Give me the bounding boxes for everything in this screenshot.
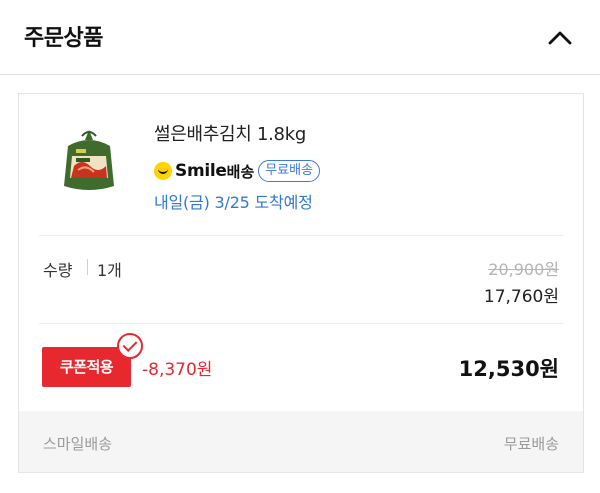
- smile-brand: Smile: [175, 161, 227, 181]
- final-price: 12,530원: [458, 357, 559, 381]
- smile-logo-icon: [154, 162, 172, 180]
- sale-price: 17,760원: [483, 287, 559, 307]
- free-shipping-badge: 무료배송: [258, 160, 321, 182]
- original-price: 20,900원: [488, 260, 559, 279]
- kimchi-package-icon[interactable]: [54, 126, 124, 196]
- smile-delivery-row: Smile 배송 무료배송: [154, 160, 321, 182]
- shipping-method: 스마일배송: [43, 435, 113, 453]
- shipping-fee: 무료배송: [503, 435, 559, 453]
- divider: [39, 235, 564, 236]
- quantity-value: 1개: [97, 261, 122, 280]
- coupon-apply-button[interactable]: 쿠폰적용: [42, 347, 131, 387]
- section-title: 주문상품: [24, 26, 103, 51]
- product-name[interactable]: 썰은배추김치 1.8kg: [154, 120, 306, 146]
- smile-suffix: 배송: [226, 162, 255, 181]
- delivery-estimate: 내일(금) 3/25 도착예정: [154, 193, 313, 212]
- section-header[interactable]: 주문상품: [0, 0, 600, 75]
- shipping-info-bar: 스마일배송 무료배송: [19, 411, 583, 472]
- divider: [39, 323, 564, 324]
- chevron-up-icon[interactable]: [545, 25, 575, 49]
- order-item-card: 썰은배추김치 1.8kg Smile 배송 무료배송 내일(금) 3/25 도착…: [18, 93, 584, 473]
- quantity-label: 수량: [43, 261, 73, 280]
- coupon-discount: -8,370원: [142, 360, 213, 380]
- check-icon: [117, 333, 143, 359]
- quantity-separator: [87, 259, 88, 275]
